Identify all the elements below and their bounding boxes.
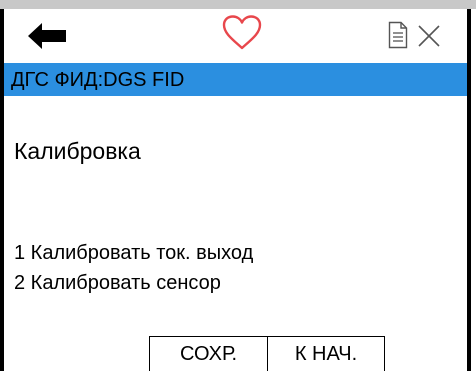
heart-icon[interactable]: [222, 15, 262, 51]
top-border-strip: [0, 0, 476, 9]
frame-right-border: [467, 9, 471, 371]
toolbar: [4, 9, 467, 63]
menu-heading: Калибровка: [14, 138, 141, 164]
menu-item-calibrate-sensor[interactable]: 2 Калибровать сенсор: [14, 271, 221, 295]
bottom-button-bar: СОХР. К НАЧ.: [149, 336, 385, 371]
home-button[interactable]: К НАЧ.: [267, 336, 385, 371]
menu-panel: Калибровка 1 Калибровать ток. выход 2 Ка…: [4, 96, 467, 336]
document-icon[interactable]: [388, 21, 408, 49]
menu-item-calibrate-current-output[interactable]: 1 Калибровать ток. выход: [14, 241, 253, 265]
back-arrow-icon[interactable]: [28, 23, 68, 49]
save-button[interactable]: СОХР.: [149, 336, 267, 371]
page-title: ДГС ФИД:DGS FID: [11, 69, 185, 91]
close-icon[interactable]: [417, 24, 441, 48]
title-bar: ДГС ФИД:DGS FID: [4, 63, 467, 96]
